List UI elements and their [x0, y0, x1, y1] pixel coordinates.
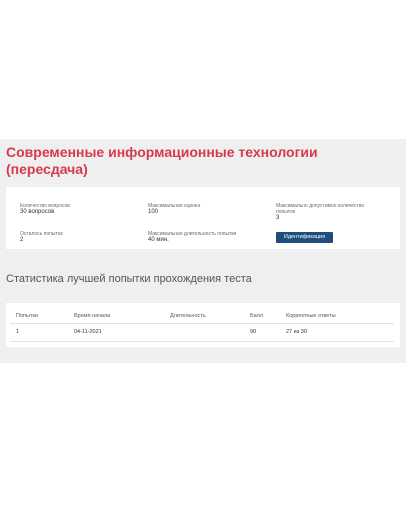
header-divider: [10, 323, 394, 324]
cell-start-time: 04-11-2021: [74, 329, 102, 335]
attempts-left-label: Осталось попыток: [20, 231, 63, 237]
test-info-card: [6, 187, 400, 249]
col-header-duration: Длительность: [170, 313, 206, 319]
col-header-start-time: Время начала: [74, 313, 111, 319]
cell-attempt: 1: [16, 329, 20, 335]
cell-score: 90: [250, 329, 257, 335]
attempts-left-value: 2: [20, 237, 24, 243]
row-divider: [10, 341, 394, 342]
col-header-attempts: Попытки: [16, 313, 38, 319]
stats-title: Статистика лучшей попытки прохождения те…: [6, 273, 252, 285]
max-duration-value: 40 мин.: [148, 237, 169, 243]
cell-correct: 27 из 30: [286, 329, 307, 335]
questions-value: 30 вопросов: [20, 209, 55, 215]
col-header-score: Балл: [250, 313, 264, 319]
max-attempts-label: Максимально допустимое количество попыто…: [276, 203, 365, 215]
page-title: Современные информационные технологии (п…: [6, 144, 318, 177]
max-score-value: 100: [148, 209, 159, 215]
identification-button[interactable]: Идентификация: [276, 232, 333, 243]
col-header-correct: Корректные ответы: [286, 313, 336, 319]
max-attempts-value: 3: [276, 215, 280, 221]
